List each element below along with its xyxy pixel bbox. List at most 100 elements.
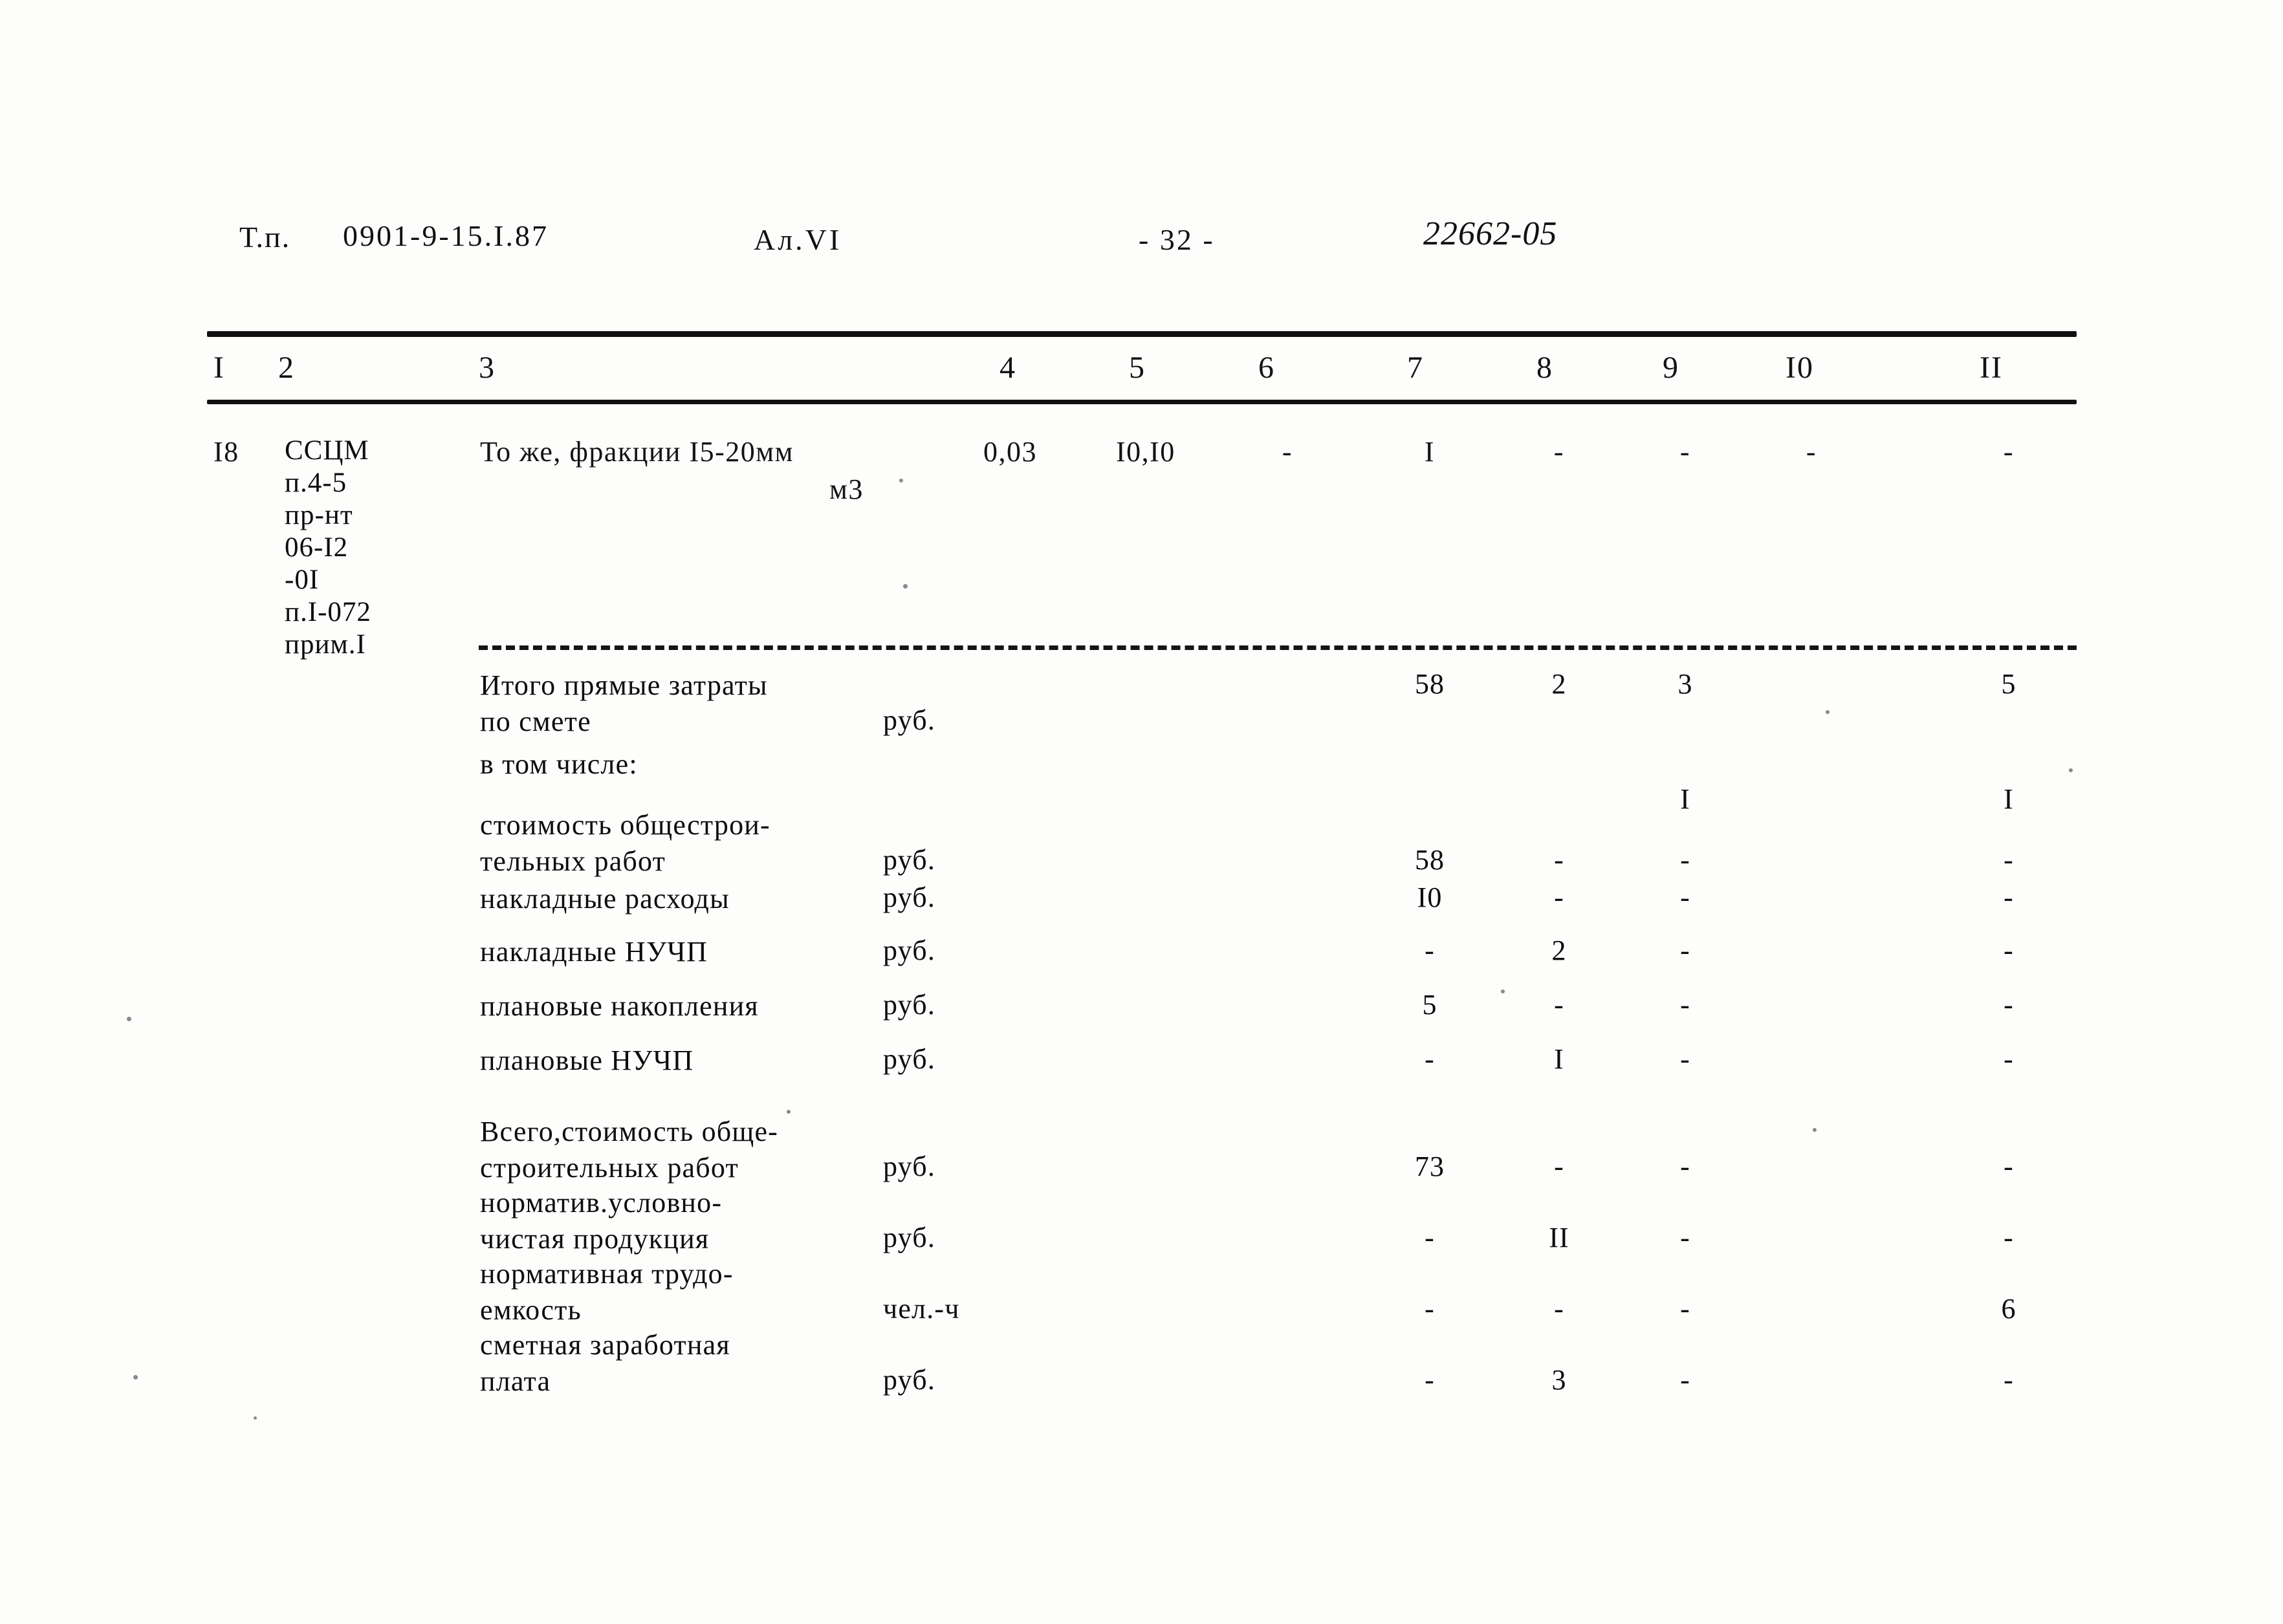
summary-value-7: 58 bbox=[1415, 668, 1445, 700]
summary-row-unit: руб. bbox=[883, 1151, 936, 1182]
summary-value-7: - bbox=[1425, 1222, 1435, 1253]
scan-speck bbox=[2069, 768, 2073, 772]
summary-row-unit: руб. bbox=[883, 882, 936, 913]
summary-value-11: - bbox=[2004, 1222, 2014, 1253]
summary-value-9: - bbox=[1680, 1222, 1690, 1253]
document-header: Т.п. 0901-9-15.I.87 Ал.VI - 32 - 22662-0… bbox=[0, 213, 2283, 272]
scan-speck bbox=[133, 1375, 138, 1380]
scan-speck bbox=[899, 479, 903, 482]
summary-value-7: 73 bbox=[1415, 1151, 1445, 1182]
column-header-9: 9 bbox=[1663, 351, 1679, 385]
summary-value-11: 5 bbox=[2001, 668, 2016, 700]
summary-row-label: накладные расходы bbox=[480, 883, 730, 915]
summary-value-7: - bbox=[1425, 935, 1435, 966]
row-value-5: I0,I0 bbox=[1116, 436, 1175, 468]
album-label: Ал.VI bbox=[754, 223, 842, 256]
summary-row-unit: руб. bbox=[883, 1222, 936, 1253]
summary-value-8: 3 bbox=[1551, 1364, 1567, 1396]
row-value-9: - bbox=[1679, 436, 1691, 468]
summary-value-11: - bbox=[2004, 844, 2014, 876]
summary-value-7: 58 bbox=[1415, 844, 1445, 876]
summary-value-11: - bbox=[2004, 1364, 2014, 1396]
table-rule-top bbox=[207, 331, 2077, 337]
scan-speck bbox=[903, 584, 908, 589]
summary-value-9: - bbox=[1680, 1151, 1690, 1182]
column-header-1: I bbox=[213, 351, 225, 385]
summary-row-unit: чел.-ч bbox=[883, 1293, 960, 1325]
doc-type-label: Т.п. bbox=[239, 221, 291, 254]
summary-value-7: - bbox=[1425, 1043, 1435, 1075]
summary-value-8: - bbox=[1554, 989, 1564, 1021]
scan-speck bbox=[1813, 1128, 1817, 1132]
summary-row-label: Всего,стоимость обще- строительных работ bbox=[480, 1116, 779, 1184]
summary-value-11: - bbox=[2004, 1151, 2014, 1182]
row-value-7: I bbox=[1424, 436, 1436, 468]
summary-value-9: - bbox=[1680, 1043, 1690, 1075]
table-rule-bottom bbox=[207, 400, 2077, 404]
summary-row-unit: руб. bbox=[883, 704, 936, 736]
row-value-10: - bbox=[1806, 436, 1817, 468]
summary-value-9: - bbox=[1680, 1293, 1690, 1325]
summary-row-unit: руб. bbox=[883, 1043, 936, 1075]
summary-row-unit: руб. bbox=[883, 989, 936, 1021]
summary-value-7: - bbox=[1425, 1364, 1435, 1396]
summary-value-7: 5 bbox=[1422, 989, 1437, 1021]
summary-row-label: плановые НУЧП bbox=[480, 1045, 694, 1076]
summary-value-8: - bbox=[1554, 1151, 1564, 1182]
column-header-8: 8 bbox=[1536, 351, 1553, 385]
summary-value-11: - bbox=[2004, 989, 2014, 1021]
summary-value-11: 6 bbox=[2001, 1293, 2016, 1325]
row-value-8: - bbox=[1553, 436, 1565, 468]
summary-value-11: - bbox=[2004, 882, 2014, 913]
summary-value-7: - bbox=[1425, 1293, 1435, 1325]
page-number: - 32 - bbox=[1139, 223, 1215, 256]
column-header-10: I0 bbox=[1786, 351, 1814, 385]
scanned-document-page: Т.п. 0901-9-15.I.87 Ал.VI - 32 - 22662-0… bbox=[0, 0, 2283, 1624]
summary-row-label: Итого прямые затраты по смете bbox=[480, 669, 768, 737]
row-description: То же, фракции I5-20мм bbox=[480, 436, 794, 468]
summary-value-8: 2 bbox=[1551, 935, 1567, 966]
table-dashed-separator bbox=[479, 645, 2077, 650]
column-header-7: 7 bbox=[1407, 351, 1424, 385]
column-header-11: II bbox=[1980, 351, 2003, 385]
summary-value-9: - bbox=[1680, 882, 1690, 913]
row-unit: м3 bbox=[829, 473, 864, 505]
summary-row-label: в том числе: bbox=[480, 748, 638, 780]
summary-value-9: - bbox=[1680, 1364, 1690, 1396]
summary-value-7: I0 bbox=[1417, 882, 1443, 913]
summary-value-8: 2 bbox=[1551, 668, 1567, 700]
summary-value-9: - bbox=[1680, 935, 1690, 966]
scan-speck bbox=[1826, 710, 1830, 714]
column-header-2: 2 bbox=[278, 351, 295, 385]
scan-speck bbox=[127, 1017, 131, 1021]
summary-value-9: 3 bbox=[1677, 668, 1693, 700]
summary-row-unit: руб. bbox=[883, 1364, 936, 1396]
row-value-11: - bbox=[2003, 436, 2015, 468]
scan-speck bbox=[254, 1416, 257, 1420]
summary-row-label: стоимость общестрои- тельных работ bbox=[480, 809, 770, 877]
summary-value-11: - bbox=[2004, 1043, 2014, 1075]
row-reference: ССЦМ п.4-5 пр-нт 06-I2 -0I п.I-072 прим.… bbox=[285, 435, 371, 660]
summary-row-label: сметная заработная плата bbox=[480, 1329, 730, 1397]
column-header-4: 4 bbox=[999, 351, 1016, 385]
summary-value-8: - bbox=[1554, 1293, 1564, 1325]
scan-speck bbox=[1501, 990, 1505, 993]
summary-value-9: - bbox=[1680, 844, 1690, 876]
summary-value-8: I bbox=[1554, 1043, 1564, 1075]
summary-value-11: I bbox=[2004, 783, 2014, 815]
summary-value-9: - bbox=[1680, 989, 1690, 1021]
summary-row-unit: руб. bbox=[883, 935, 936, 966]
summary-value-11: - bbox=[2004, 935, 2014, 966]
summary-value-8: - bbox=[1554, 882, 1564, 913]
summary-row-label: плановые накопления bbox=[480, 990, 759, 1022]
summary-value-9: I bbox=[1680, 783, 1690, 815]
row-value-4: 0,03 bbox=[983, 436, 1037, 468]
column-header-5: 5 bbox=[1129, 351, 1146, 385]
scan-speck bbox=[787, 1110, 791, 1114]
row-number: I8 bbox=[213, 436, 239, 468]
summary-row-label: накладные НУЧП bbox=[480, 936, 708, 968]
doc-code: 0901-9-15.I.87 bbox=[343, 219, 549, 252]
summary-row-unit: руб. bbox=[883, 844, 936, 876]
summary-value-8: II bbox=[1549, 1222, 1569, 1253]
summary-row-label: нормативная трудо- емкость bbox=[480, 1258, 734, 1326]
